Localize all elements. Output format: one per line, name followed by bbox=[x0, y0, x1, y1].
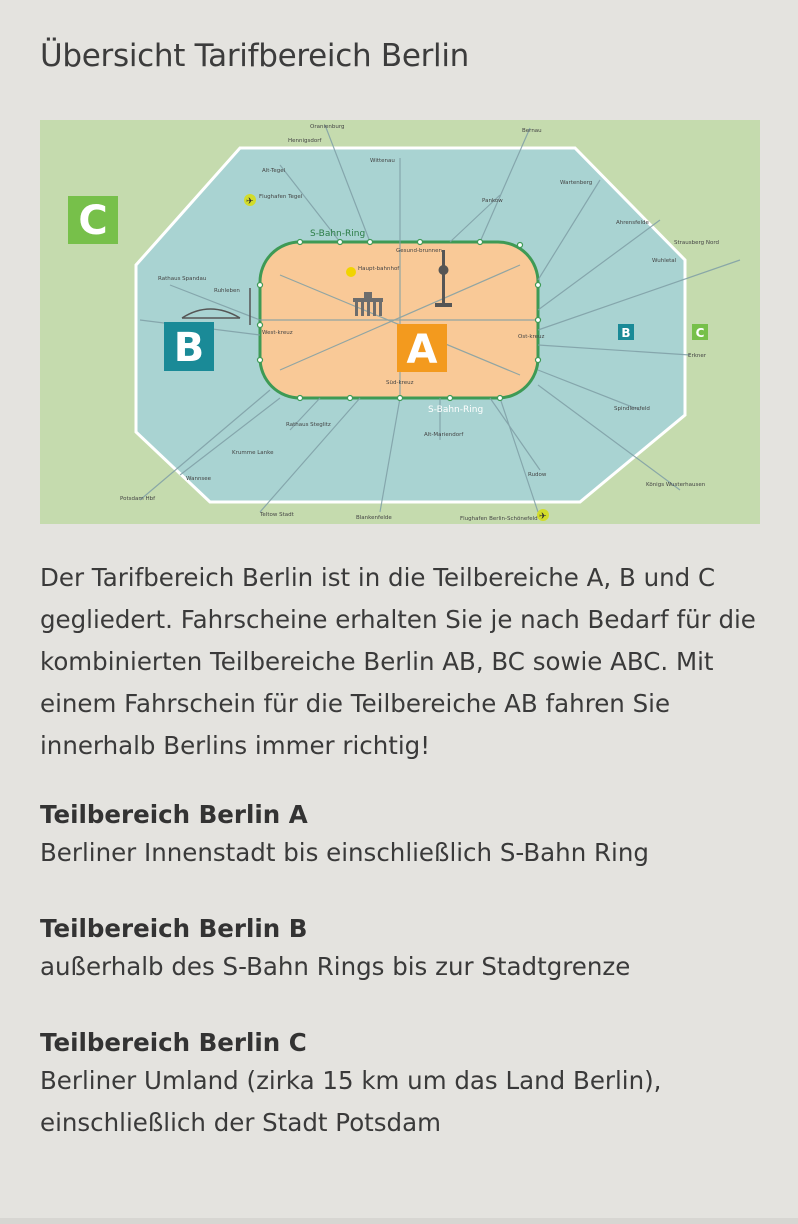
station-ruhleben: Ruhleben bbox=[214, 288, 240, 294]
svg-text:✈: ✈ bbox=[246, 197, 254, 207]
station-wittenau: Wittenau bbox=[370, 158, 395, 164]
page: Übersicht Tarifbereich Berlin ✈ ✈ C B A … bbox=[0, 0, 798, 1224]
zone-a-label: A bbox=[407, 327, 438, 373]
station-alt-tegel: Alt-Tegel bbox=[262, 168, 286, 174]
zone-b-small-label: B bbox=[621, 326, 630, 340]
station-teltow-stadt: Teltow Stadt bbox=[259, 512, 295, 518]
station-flughafen-tegel: Flughafen Tegel bbox=[259, 194, 303, 200]
section-zone-a-text: Berliner Innenstadt bis einschließlich S… bbox=[40, 838, 649, 867]
station-potsdam: Potsdam Hbf bbox=[120, 496, 156, 502]
station-gesundbrunnen: Gesund-brunnen bbox=[396, 248, 443, 254]
station-erkner: Erkner bbox=[688, 353, 707, 359]
zone-c-small-badge: C bbox=[692, 324, 708, 340]
section-zone-c-heading: Teilbereich Berlin C bbox=[40, 1028, 307, 1057]
section-zone-b-heading: Teilbereich Berlin B bbox=[40, 914, 308, 943]
ring-label-top: S-Bahn-Ring bbox=[310, 229, 365, 239]
station-oranienburg: Oranienburg bbox=[310, 124, 344, 130]
section-zone-a: Teilbereich Berlin A Berliner Innenstadt… bbox=[40, 798, 780, 874]
station-wartenberg: Wartenberg bbox=[560, 180, 592, 186]
section-zone-b: Teilbereich Berlin B außerhalb des S-Bah… bbox=[40, 912, 780, 988]
svg-text:✈: ✈ bbox=[539, 512, 547, 522]
zone-a-badge: A bbox=[397, 324, 447, 373]
station-wuhletal: Wuhletal bbox=[652, 258, 677, 264]
station-rudow: Rudow bbox=[528, 472, 547, 478]
ring-label-bottom: S-Bahn-Ring bbox=[428, 405, 483, 415]
zone-c-label: C bbox=[78, 198, 107, 244]
station-koenigs-wusterhausen: Königs Wusterhausen bbox=[646, 482, 706, 488]
station-pankow: Pankow bbox=[482, 198, 503, 204]
zone-b-small-badge: B bbox=[618, 324, 634, 340]
page-title: Übersicht Tarifbereich Berlin bbox=[40, 38, 470, 74]
zone-c-badge: C bbox=[68, 196, 118, 244]
section-zone-c-text: Berliner Umland (zirka 15 km um das Land… bbox=[40, 1066, 662, 1137]
station-alt-mariendorf: Alt-Mariendorf bbox=[424, 432, 464, 438]
station-wannsee: Wannsee bbox=[186, 476, 212, 482]
station-ahrensfelde: Ahrensfelde bbox=[616, 220, 649, 226]
station-blankenfelde: Blankenfelde bbox=[356, 515, 392, 521]
station-bernau: Bernau bbox=[522, 128, 542, 134]
section-zone-a-heading: Teilbereich Berlin A bbox=[40, 800, 308, 829]
station-spindlersfeld: Spindlersfeld bbox=[614, 406, 650, 412]
station-strausberg: Strausberg Nord bbox=[674, 240, 719, 246]
section-zone-b-text: außerhalb des S-Bahn Rings bis zur Stadt… bbox=[40, 952, 631, 981]
station-westkreuz: West-kreuz bbox=[262, 330, 293, 336]
station-flughafen-schoenefeld: Flughafen Berlin-Schönefeld bbox=[460, 516, 538, 522]
station-rathaus-steglitz: Rathaus Steglitz bbox=[286, 422, 331, 428]
section-zone-c: Teilbereich Berlin C Berliner Umland (zi… bbox=[40, 1026, 780, 1144]
station-hennigsdorf: Hennigsdorf bbox=[288, 138, 322, 144]
station-rathaus-spandau: Rathaus Spandau bbox=[158, 276, 206, 282]
bottom-divider bbox=[0, 1218, 798, 1224]
station-ostkreuz: Ost-kreuz bbox=[518, 334, 545, 340]
tariff-zone-map: ✈ ✈ C B A B C S-Bahn-Ring S-Bahn-Ring Or… bbox=[40, 120, 760, 524]
zone-b-label: B bbox=[174, 325, 205, 371]
zone-b-badge: B bbox=[164, 322, 214, 371]
station-hauptbahnhof: Haupt-bahnhof bbox=[358, 266, 400, 272]
station-suedkreuz: Süd-kreuz bbox=[386, 380, 414, 386]
hauptbahnhof-icon bbox=[346, 267, 356, 277]
station-krumme-lanke: Krumme Lanke bbox=[232, 450, 274, 456]
zone-c-small-label: C bbox=[696, 326, 705, 340]
intro-text: Der Tarifbereich Berlin ist in die Teilb… bbox=[40, 563, 756, 760]
